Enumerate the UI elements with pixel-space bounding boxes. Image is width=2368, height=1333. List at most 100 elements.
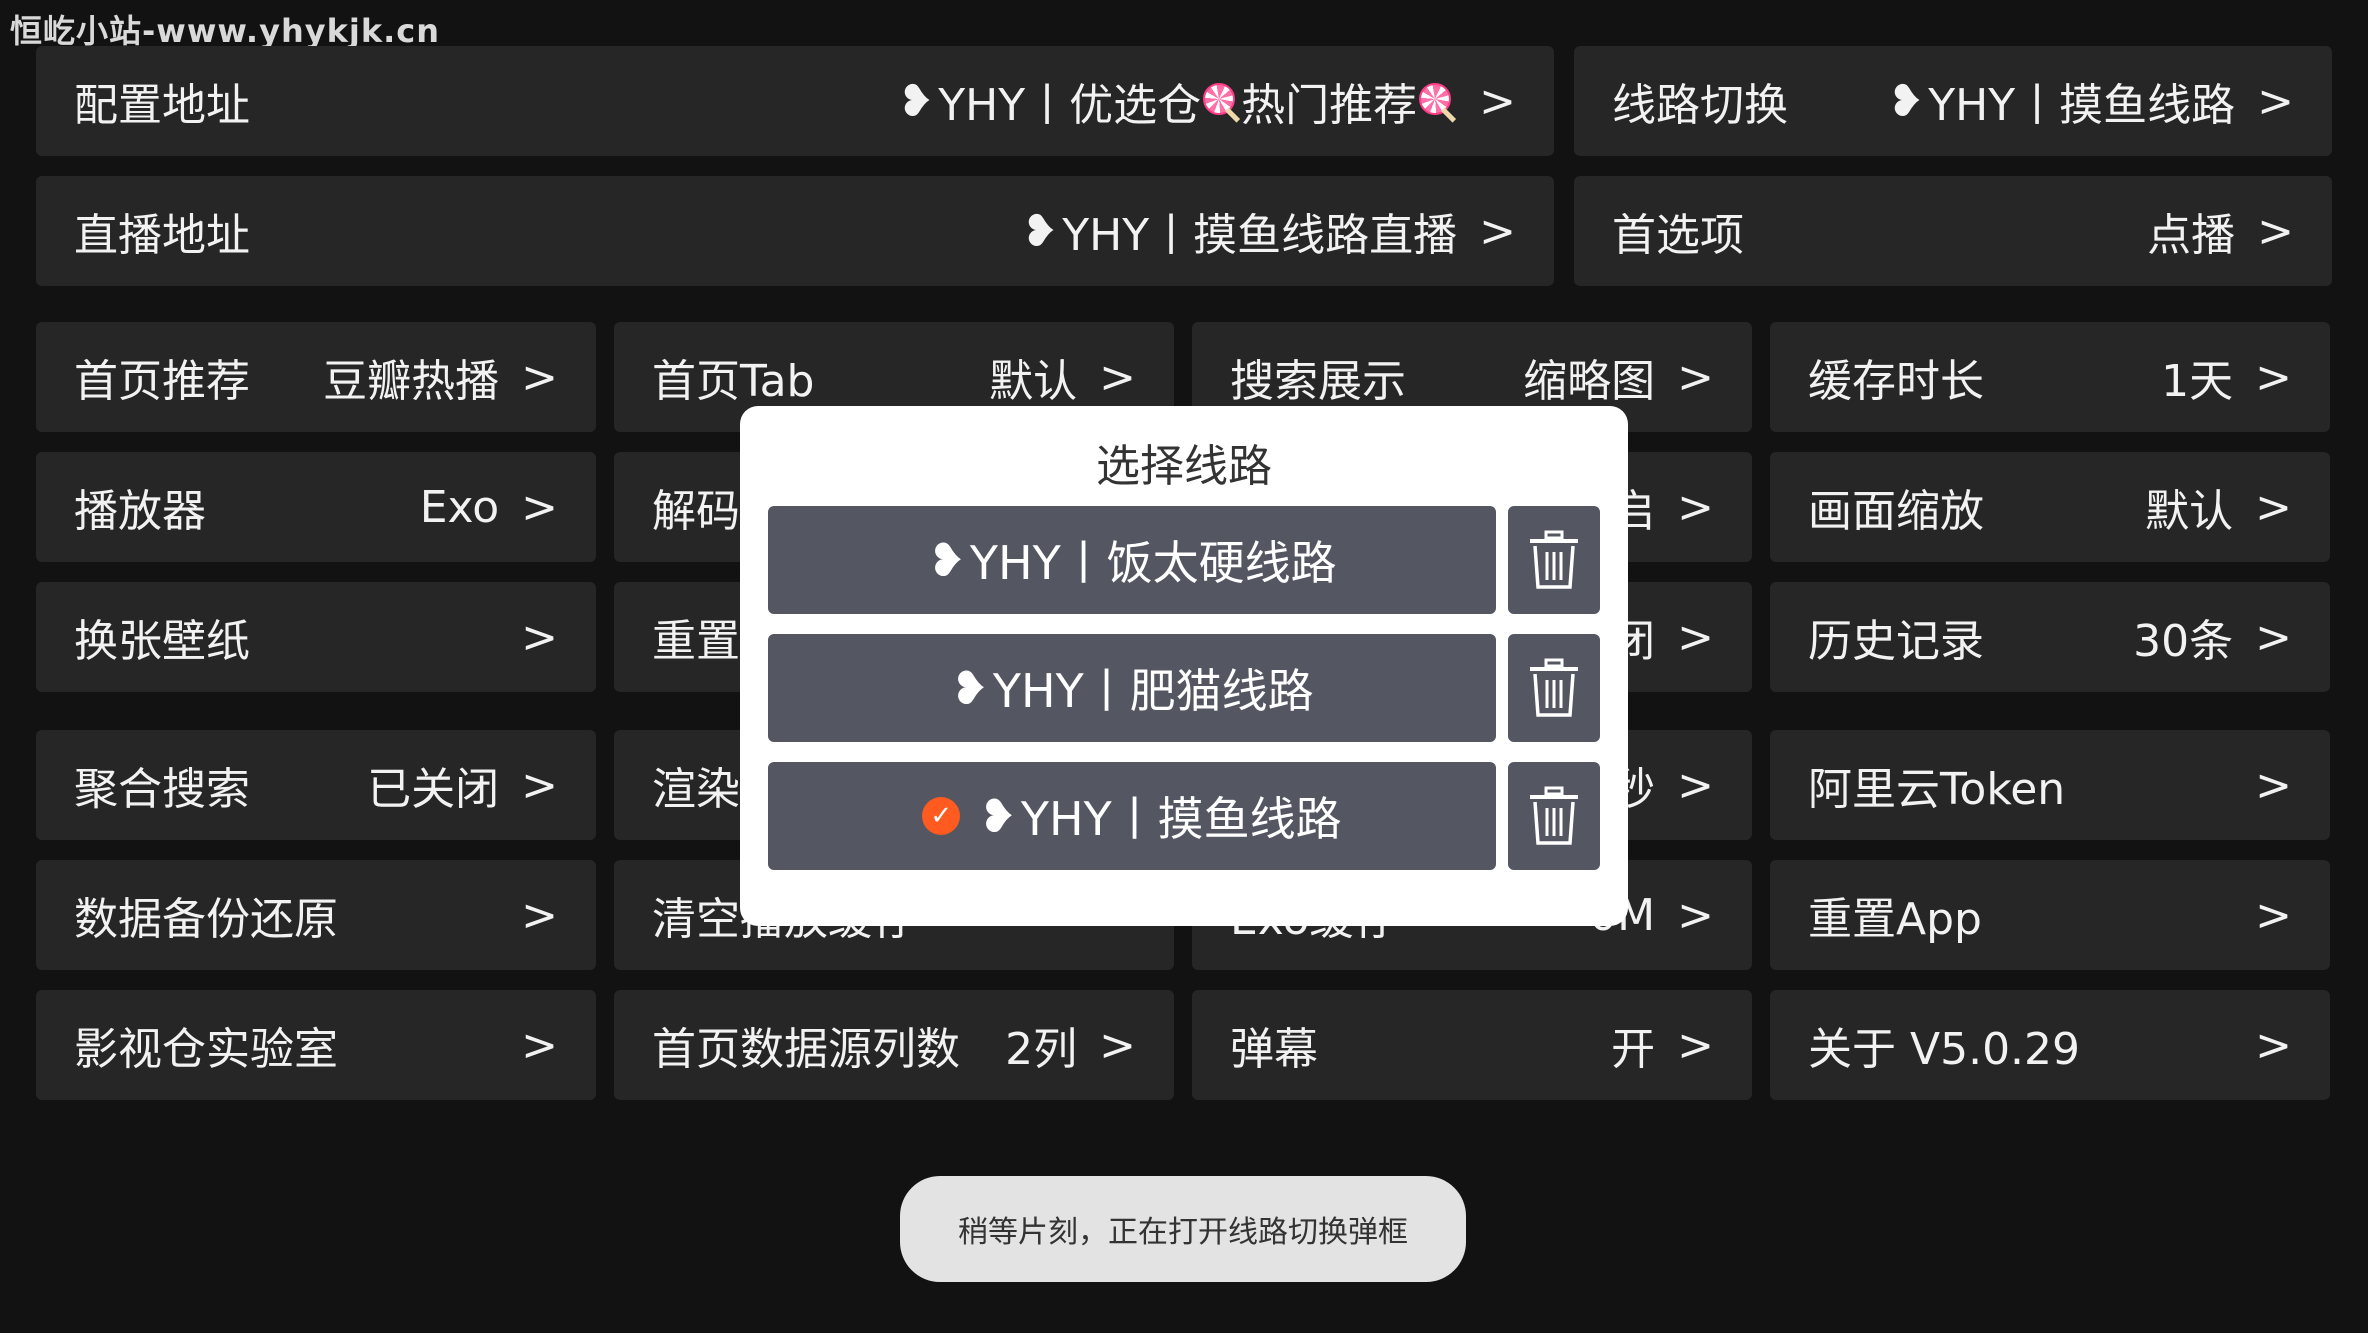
settings-item[interactable]: 换张壁纸 > [36,582,596,692]
route-switch-label: 线路切换 [1612,80,1788,131]
chevron-right-icon: > [1677,759,1714,811]
settings-item-value: Exo [419,481,500,533]
chevron-right-icon: > [2255,1019,2292,1071]
settings-item-value: 30条 [2133,616,2234,667]
settings-item-value: 开 [1611,1024,1656,1075]
settings-item-label: 关于 V5.0.29 [1808,1024,2081,1075]
trash-icon [1530,658,1578,717]
settings-item-label: 换张壁纸 [74,616,250,667]
route-option[interactable]: ❥ YHY丨肥猫线路 [768,634,1496,742]
settings-item[interactable]: 画面缩放 默认 > [1770,452,2330,562]
settings-item[interactable]: 首页推荐 豆瓣热播 > [36,322,596,432]
chevron-right-icon: > [2257,205,2294,257]
chevron-right-icon: > [521,889,558,941]
settings-item-label: 影视仓实验室 [74,1024,338,1075]
chevron-right-icon: > [1677,481,1714,533]
delete-route-button[interactable] [1508,762,1600,870]
route-switch-item[interactable]: 线路切换 ❥ YHY丨摸鱼线路 > [1574,46,2332,156]
config-address-value2: 热门推荐 [1241,80,1418,131]
preference-label: 首选项 [1612,210,1744,261]
chevron-right-icon: > [1677,889,1714,941]
heart-icon: ❥ [1887,75,1925,127]
trash-icon [1530,786,1578,845]
settings-item-value: 豆瓣热播 [323,356,500,407]
toast-message: 稍等片刻，正在打开线路切换弹框 [900,1176,1466,1282]
settings-item-label: 解码 [652,486,740,537]
route-option[interactable]: ❥ YHY丨饭太硬线路 [768,506,1496,614]
dialog-title: 选择线路 [1096,441,1272,492]
chevron-right-icon: > [521,1019,558,1071]
lollipop-icon [1201,81,1241,121]
settings-item-label: 画面缩放 [1808,486,1984,537]
settings-item[interactable]: 弹幕 开 > [1192,990,1752,1100]
settings-item-value: 1天 [2161,356,2234,407]
settings-item-label: 重置App [1808,894,1982,945]
chevron-right-icon: > [521,481,558,533]
chevron-right-icon: > [2255,889,2292,941]
settings-item-label: 渲染 [652,764,740,815]
settings-item-label: 数据备份还原 [74,894,338,945]
chevron-right-icon: > [521,611,558,663]
settings-item-label: 搜索展示 [1230,356,1406,407]
config-address-label: 配置地址 [74,80,250,131]
settings-item-label: 首页数据源列数 [652,1024,960,1075]
settings-item-value: 2列 [1005,1024,1078,1075]
chevron-right-icon: > [1479,205,1516,257]
settings-item-label: 首页推荐 [74,356,250,407]
chevron-right-icon: > [1677,351,1714,403]
preference-item[interactable]: 首选项 点播 > [1574,176,2332,286]
settings-item[interactable]: 阿里云Token > [1770,730,2330,840]
chevron-right-icon: > [2255,351,2292,403]
settings-item[interactable]: 首页数据源列数 2列 > [614,990,1174,1100]
config-address-item[interactable]: 配置地址 ❥ YHY丨优选仓 热门推荐 > [36,46,1554,156]
chevron-right-icon: > [1677,611,1714,663]
chevron-right-icon: > [1479,75,1516,127]
preference-value: 点播 [2147,210,2236,261]
chevron-right-icon: > [2255,759,2292,811]
settings-item-label: 缓存时长 [1808,356,1984,407]
settings-item-label: 播放器 [74,486,206,537]
chevron-right-icon: > [521,351,558,403]
settings-item[interactable]: 数据备份还原 > [36,860,596,970]
chevron-right-icon: > [2255,481,2292,533]
settings-item-value: 缩略图 [1523,356,1656,407]
settings-item[interactable]: 缓存时长 1天 > [1770,322,2330,432]
chevron-right-icon: > [521,759,558,811]
live-address-item[interactable]: 直播地址 ❥ YHY丨摸鱼线路直播 > [36,176,1554,286]
route-option-label: YHY丨饭太硬线路 [969,536,1337,590]
lollipop-icon [1417,81,1457,121]
settings-item-label: 阿里云Token [1808,764,2066,815]
route-option-selected[interactable]: ✓ ❥ YHY丨摸鱼线路 [768,762,1496,870]
check-icon: ✓ [922,797,961,835]
settings-item[interactable]: 关于 V5.0.29 > [1770,990,2330,1100]
delete-route-button[interactable] [1508,634,1600,742]
settings-item-value: 默认 [2145,486,2234,537]
chevron-right-icon: > [1099,351,1136,403]
select-route-dialog: 选择线路 ❥ YHY丨饭太硬线路 ❥ YHY丨肥猫线路 ✓ ❥ YHY丨摸鱼线路 [740,406,1628,926]
settings-item-label: 聚合搜索 [74,764,250,815]
settings-item[interactable]: 影视仓实验室 > [36,990,596,1100]
route-option-label: YHY丨肥猫线路 [992,664,1314,718]
settings-item-label: 历史记录 [1808,616,1984,667]
chevron-right-icon: > [2257,75,2294,127]
chevron-right-icon: > [2255,611,2292,663]
settings-item-label: 弹幕 [1230,1024,1318,1075]
route-option-label: YHY丨摸鱼线路 [1020,792,1342,846]
config-address-value: YHY丨优选仓 [938,80,1202,131]
settings-item[interactable]: 历史记录 30条 > [1770,582,2330,692]
heart-icon: ❥ [1021,205,1059,257]
settings-item[interactable]: 播放器 Exo > [36,452,596,562]
heart-icon: ❥ [950,661,989,715]
settings-item-value: 已关闭 [367,764,500,815]
route-switch-value: YHY丨摸鱼线路 [1928,80,2236,131]
chevron-right-icon: > [1677,1019,1714,1071]
settings-item-label: 首页Tab [652,356,815,407]
heart-icon: ❥ [978,789,1017,843]
delete-route-button[interactable] [1508,506,1600,614]
trash-icon [1530,530,1578,589]
settings-item-label: 重置 [652,616,740,667]
settings-item[interactable]: 重置App > [1770,860,2330,970]
heart-icon: ❥ [927,533,966,587]
heart-icon: ❥ [897,75,935,127]
settings-item[interactable]: 聚合搜索 已关闭 > [36,730,596,840]
